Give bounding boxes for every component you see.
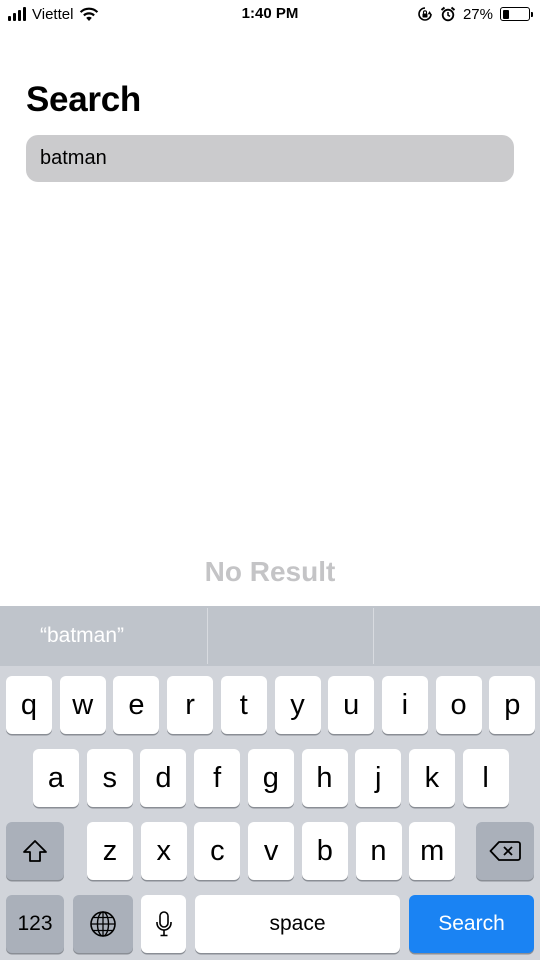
predictive-bar: “batman” bbox=[0, 606, 540, 666]
keyboard: “batman” qwertyuiop asdfghjkl zxcvbnm 12… bbox=[0, 606, 540, 960]
key-d[interactable]: d bbox=[140, 749, 187, 807]
shift-icon bbox=[22, 839, 48, 863]
space-key[interactable]: space bbox=[195, 895, 400, 953]
suggestion-3[interactable] bbox=[373, 606, 540, 666]
key-p[interactable]: p bbox=[489, 676, 536, 734]
key-s[interactable]: s bbox=[86, 749, 133, 807]
status-bar: Viettel 1:40 PM 27% bbox=[0, 0, 540, 30]
key-z[interactable]: z bbox=[87, 822, 133, 880]
key-n[interactable]: n bbox=[355, 822, 402, 880]
suggestion-1[interactable]: “batman” bbox=[0, 606, 207, 666]
backspace-key[interactable] bbox=[476, 822, 534, 880]
key-a[interactable]: a bbox=[33, 749, 79, 807]
key-j[interactable]: j bbox=[355, 749, 402, 807]
search-return-key[interactable]: Search bbox=[409, 895, 534, 953]
key-y[interactable]: y bbox=[274, 676, 321, 734]
rotation-lock-icon bbox=[417, 6, 433, 22]
key-l[interactable]: l bbox=[462, 749, 509, 807]
key-g[interactable]: g bbox=[247, 749, 294, 807]
backspace-icon bbox=[489, 840, 521, 862]
key-r[interactable]: r bbox=[167, 676, 214, 734]
key-u[interactable]: u bbox=[328, 676, 375, 734]
status-right: 27% bbox=[417, 4, 533, 24]
key-c[interactable]: c bbox=[194, 822, 241, 880]
key-b[interactable]: b bbox=[301, 822, 348, 880]
page-title: Search bbox=[26, 80, 141, 119]
key-f[interactable]: f bbox=[194, 749, 241, 807]
alarm-icon bbox=[440, 6, 456, 22]
globe-icon bbox=[89, 910, 117, 938]
key-h[interactable]: h bbox=[301, 749, 348, 807]
numbers-key[interactable]: 123 bbox=[6, 895, 64, 953]
search-input[interactable] bbox=[26, 135, 514, 182]
battery-fill bbox=[502, 9, 510, 19]
battery-icon bbox=[500, 7, 533, 21]
battery-percent: 27% bbox=[462, 5, 493, 23]
key-k[interactable]: k bbox=[408, 749, 455, 807]
shift-key[interactable] bbox=[6, 822, 64, 880]
globe-key[interactable] bbox=[73, 895, 133, 953]
key-x[interactable]: x bbox=[140, 822, 187, 880]
key-m[interactable]: m bbox=[409, 822, 456, 880]
no-result-message: No Result bbox=[204, 556, 336, 587]
key-t[interactable]: t bbox=[220, 676, 267, 734]
key-i[interactable]: i bbox=[381, 676, 428, 734]
key-v[interactable]: v bbox=[248, 822, 295, 880]
microphone-icon bbox=[155, 910, 173, 938]
key-q[interactable]: q bbox=[6, 676, 52, 734]
key-o[interactable]: o bbox=[435, 676, 482, 734]
key-w[interactable]: w bbox=[59, 676, 106, 734]
dictation-key[interactable] bbox=[141, 895, 186, 953]
suggestion-2[interactable] bbox=[206, 606, 374, 666]
key-e[interactable]: e bbox=[113, 676, 160, 734]
